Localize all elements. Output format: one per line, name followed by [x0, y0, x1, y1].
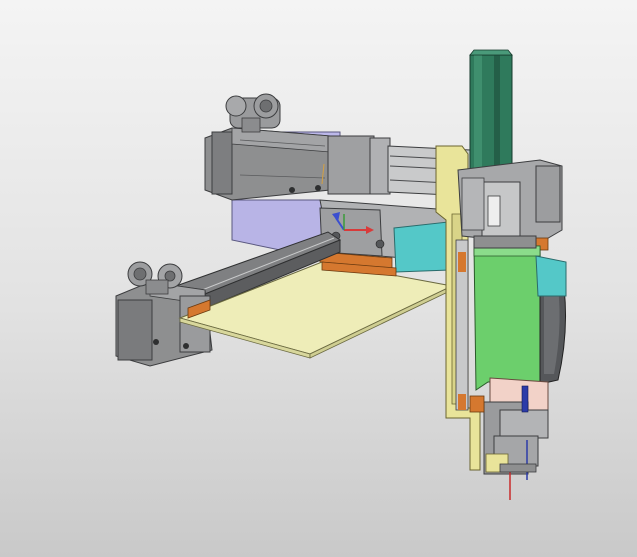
upper-motor [204, 93, 391, 201]
tool-head [469, 377, 549, 500]
cad-viewport[interactable] [0, 0, 637, 557]
gantry-assembly-model [115, 49, 567, 500]
z-carriage [473, 235, 543, 391]
side-motor [535, 255, 567, 385]
center-carriage [319, 199, 453, 273]
